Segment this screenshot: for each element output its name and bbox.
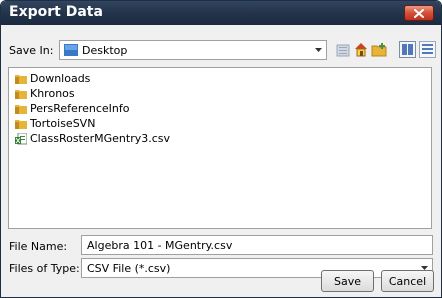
dialog-body: Save In: Desktop Downloads Khronos PersR… — [1, 25, 441, 297]
save-in-label: Save In: — [9, 44, 54, 57]
file-name-field[interactable]: Algebra 101 - MGentry.csv — [81, 235, 433, 255]
file-name-text: ClassRosterMGentry3.csv — [30, 132, 171, 145]
file-name-label: File Name: — [9, 240, 68, 253]
cancel-button[interactable]: Cancel — [381, 270, 434, 292]
file-name-text: PersReferenceInfo — [30, 102, 130, 115]
files-of-type-label: Files of Type: — [9, 262, 80, 275]
file-name-text: Khronos — [30, 87, 75, 100]
list-item-khronos[interactable]: Khronos — [15, 86, 75, 101]
list-item-persreferenceinfo[interactable]: PersReferenceInfo — [15, 101, 129, 116]
window-title: Export Data — [9, 4, 103, 20]
folder-icon — [15, 89, 27, 99]
export-data-dialog: Export Data Save In: Desktop Downloads K… — [0, 0, 442, 298]
save-in-dropdown[interactable]: Desktop — [59, 40, 327, 60]
title-bar[interactable]: Export Data — [1, 1, 441, 25]
save-button[interactable]: Save — [321, 270, 374, 292]
file-name-value: Algebra 101 - MGentry.csv — [87, 239, 233, 252]
file-name-text: Downloads — [30, 72, 91, 85]
save-in-value: Desktop — [82, 44, 128, 57]
file-name-text: TortoiseSVN — [30, 117, 96, 130]
folder-icon — [15, 104, 27, 114]
files-of-type-value: CSV File (*.csv) — [87, 262, 171, 275]
close-icon — [414, 8, 424, 18]
file-list[interactable]: Downloads Khronos PersReferenceInfo Tort… — [8, 67, 432, 229]
up-folder-icon[interactable] — [335, 42, 351, 58]
list-item-tortoisesvn[interactable]: TortoiseSVN — [15, 116, 95, 131]
desktop-icon — [64, 44, 78, 56]
list-item-downloads[interactable]: Downloads — [15, 71, 90, 86]
chevron-down-icon — [314, 48, 322, 52]
save-in-dropdown-arrow[interactable] — [310, 41, 326, 59]
list-item-classroster-csv[interactable]: ClassRosterMGentry3.csv — [15, 131, 170, 146]
home-icon[interactable] — [353, 41, 369, 57]
details-view-icon[interactable] — [419, 41, 436, 58]
list-view-icon[interactable] — [399, 41, 416, 58]
folder-icon — [15, 74, 27, 84]
new-folder-icon[interactable] — [371, 42, 387, 58]
folder-icon — [15, 119, 27, 129]
close-button[interactable] — [404, 5, 434, 21]
csv-file-icon — [15, 132, 27, 144]
